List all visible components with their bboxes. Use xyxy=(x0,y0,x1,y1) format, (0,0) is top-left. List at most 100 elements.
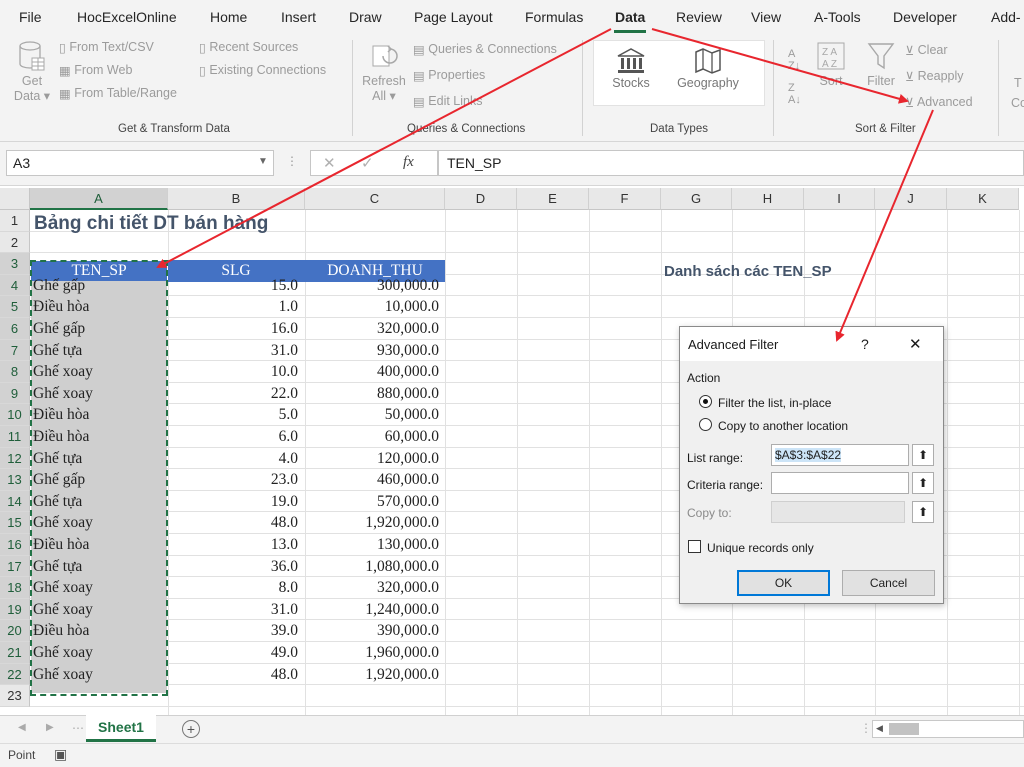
column-header-g[interactable]: G xyxy=(661,188,732,210)
row-header[interactable]: 4 xyxy=(0,274,30,297)
cell-doanh-thu[interactable]: 880,000.0 xyxy=(305,383,445,405)
cancel-icon[interactable]: ✕ xyxy=(323,154,336,172)
column-header-b[interactable]: B xyxy=(168,188,305,210)
scrollbar-thumb[interactable] xyxy=(889,723,919,735)
reapply-button[interactable]: ⊻ Reapply xyxy=(905,69,964,84)
column-header-d[interactable]: D xyxy=(445,188,517,210)
menu-add-ins[interactable]: Add- xyxy=(991,9,1021,25)
properties-button[interactable]: ▤ Properties xyxy=(413,68,485,83)
cell-doanh-thu[interactable]: 930,000.0 xyxy=(305,340,445,362)
cell-slg[interactable]: 49.0 xyxy=(168,642,304,664)
cell-slg[interactable]: 31.0 xyxy=(168,340,304,362)
cell-doanh-thu[interactable]: 320,000.0 xyxy=(305,577,445,599)
row-header[interactable]: 3 xyxy=(0,253,30,275)
recent-sources-button[interactable]: ▯ Recent Sources xyxy=(199,40,298,55)
cell-slg[interactable]: 6.0 xyxy=(168,426,304,448)
cell-doanh-thu[interactable]: 300,000.0 xyxy=(305,275,445,297)
existing-connections-button[interactable]: ▯ Existing Connections xyxy=(199,63,326,78)
menu-a-tools[interactable]: A-Tools xyxy=(814,9,861,25)
queries-connections-button[interactable]: ▤ Queries & Connections xyxy=(413,42,557,57)
get-data-button[interactable]: Get Data ▾ xyxy=(10,40,54,103)
list-range-input[interactable]: $A$3:$A$22 xyxy=(771,444,909,466)
enter-check-icon[interactable]: ✓ xyxy=(361,154,374,172)
column-header-c[interactable]: C xyxy=(305,188,445,210)
geography-button[interactable]: Geography xyxy=(672,46,744,90)
menu-file[interactable]: File xyxy=(19,9,42,25)
menu-view[interactable]: View xyxy=(751,9,781,25)
select-all-corner[interactable] xyxy=(0,188,30,210)
menu-home[interactable]: Home xyxy=(210,9,247,25)
advanced-filter-button[interactable]: ⊻ Advanced xyxy=(905,95,973,110)
cell-slg[interactable]: 8.0 xyxy=(168,577,304,599)
row-header[interactable]: 14 xyxy=(0,490,30,513)
cell-doanh-thu[interactable]: 320,000.0 xyxy=(305,318,445,340)
from-web-button[interactable]: ▦ From Web xyxy=(59,63,132,78)
row-header[interactable]: 13 xyxy=(0,469,30,491)
insert-function-icon[interactable]: fx xyxy=(403,154,414,171)
row-header[interactable]: 7 xyxy=(0,339,30,362)
cell-slg[interactable]: 4.0 xyxy=(168,448,304,470)
criteria-range-input[interactable] xyxy=(771,472,909,494)
drag-handle-icon[interactable]: ⋮ xyxy=(286,154,298,168)
row-header[interactable]: 18 xyxy=(0,577,30,599)
sort-ascending-button[interactable]: A Z↓ xyxy=(788,48,800,72)
cell-doanh-thu[interactable]: 60,000.0 xyxy=(305,426,445,448)
name-box[interactable]: A3 xyxy=(6,150,274,176)
filter-button[interactable]: Filter xyxy=(862,40,900,88)
menu-review[interactable]: Review xyxy=(676,9,722,25)
column-header-j[interactable]: J xyxy=(875,188,947,210)
menu-data[interactable]: Data xyxy=(615,9,645,25)
macro-record-icon[interactable]: ▣ xyxy=(54,746,67,763)
cell-doanh-thu[interactable]: 390,000.0 xyxy=(305,620,445,642)
sort-button[interactable]: Z A A Z Sort xyxy=(814,40,848,88)
cell-slg[interactable]: 16.0 xyxy=(168,318,304,340)
row-header[interactable]: 20 xyxy=(0,620,30,642)
row-header[interactable]: 2 xyxy=(0,231,30,254)
list-range-collapse-button[interactable]: ⬆ xyxy=(912,444,934,466)
cell-slg[interactable]: 5.0 xyxy=(168,404,304,426)
cell-doanh-thu[interactable]: 120,000.0 xyxy=(305,448,445,470)
row-header[interactable]: 17 xyxy=(0,555,30,578)
more-sheets-icon[interactable]: ⋯ xyxy=(72,721,84,735)
refresh-all-button[interactable]: Refresh All ▾ xyxy=(360,40,408,103)
dialog-titlebar[interactable]: Advanced Filter ? ✕ xyxy=(680,327,943,361)
menu-developer[interactable]: Developer xyxy=(893,9,957,25)
column-header-f[interactable]: F xyxy=(589,188,661,210)
cell-doanh-thu[interactable]: 50,000.0 xyxy=(305,404,445,426)
cell-slg[interactable]: 36.0 xyxy=(168,556,304,578)
menu-hocexcelonline[interactable]: HocExcelOnline xyxy=(77,9,177,25)
cell-doanh-thu[interactable]: 1,240,000.0 xyxy=(305,599,445,621)
sort-descending-button[interactable]: Z A↓ xyxy=(788,82,801,106)
chevron-down-icon[interactable]: ▼ xyxy=(258,156,268,167)
row-header[interactable]: 6 xyxy=(0,318,30,340)
scroll-left-arrow-icon[interactable]: ◀ xyxy=(876,723,883,734)
cell-slg[interactable]: 31.0 xyxy=(168,599,304,621)
horizontal-scrollbar[interactable]: ◀ xyxy=(872,720,1024,738)
unique-records-label[interactable]: Unique records only xyxy=(707,541,814,555)
tab-splitter-icon[interactable]: ⋮ xyxy=(860,721,872,735)
menu-draw[interactable]: Draw xyxy=(349,9,382,25)
formula-input[interactable]: TEN_SP xyxy=(438,150,1024,176)
row-header[interactable]: 1 xyxy=(0,210,30,232)
row-header[interactable]: 9 xyxy=(0,382,30,405)
criteria-range-collapse-button[interactable]: ⬆ xyxy=(912,472,934,494)
add-sheet-button[interactable]: + xyxy=(182,720,200,738)
filter-in-place-label[interactable]: Filter the list, in-place xyxy=(718,396,831,410)
cell-doanh-thu[interactable]: 1,080,000.0 xyxy=(305,556,445,578)
cell-doanh-thu[interactable]: 1,920,000.0 xyxy=(305,512,445,534)
cancel-button[interactable]: Cancel xyxy=(842,570,935,596)
cell-doanh-thu[interactable]: 460,000.0 xyxy=(305,469,445,491)
cell-slg[interactable]: 23.0 xyxy=(168,469,304,491)
cell-slg[interactable]: 48.0 xyxy=(168,512,304,534)
row-header[interactable]: 12 xyxy=(0,447,30,470)
row-header[interactable]: 8 xyxy=(0,361,30,383)
scroll-left-icon[interactable]: ◀ xyxy=(18,722,26,733)
clear-filter-button[interactable]: ⊻ Clear xyxy=(905,43,948,58)
cell-slg[interactable]: 10.0 xyxy=(168,361,304,383)
row-header[interactable]: 21 xyxy=(0,642,30,664)
row-header[interactable]: 23 xyxy=(0,685,30,707)
from-text-csv-button[interactable]: ▯ From Text/CSV xyxy=(59,40,154,55)
row-header[interactable]: 10 xyxy=(0,404,30,426)
cell-slg[interactable]: 19.0 xyxy=(168,491,304,513)
radio-filter-in-place[interactable] xyxy=(699,395,712,408)
